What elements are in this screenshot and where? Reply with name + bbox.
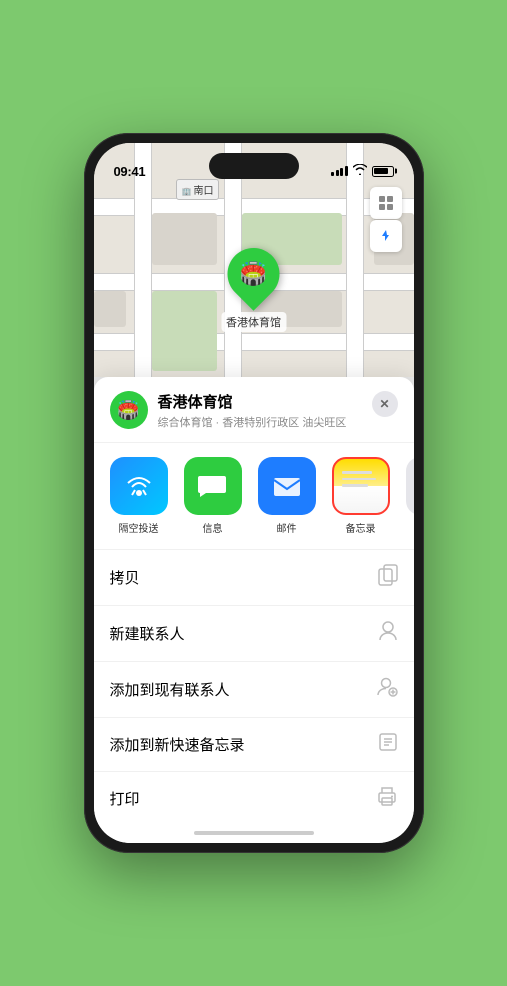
notes-line-1 <box>342 471 372 474</box>
new-contact-label: 新建联系人 <box>110 623 185 644</box>
print-label: 打印 <box>110 788 140 809</box>
location-name: 香港体育馆 <box>158 391 362 412</box>
home-indicator-area <box>94 825 414 843</box>
signal-bar-3 <box>340 168 343 176</box>
stadium-emoji: 🏟️ <box>240 261 267 287</box>
notes-line-3 <box>342 484 369 487</box>
new-contact-icon <box>378 620 398 647</box>
add-existing-icon <box>376 676 398 703</box>
phone-screen: 09:41 <box>94 143 414 843</box>
share-app-more[interactable]: 推 <box>406 457 414 535</box>
notes-line-2 <box>342 478 376 481</box>
share-app-notes[interactable]: 备忘录 <box>332 457 390 535</box>
share-app-mail[interactable]: 邮件 <box>258 457 316 535</box>
map-green-block-2 <box>152 291 217 371</box>
mail-label: 邮件 <box>277 520 297 535</box>
share-apps-list: 隔空投送 信息 <box>110 457 398 535</box>
wifi-icon <box>353 164 367 178</box>
phone-frame: 09:41 <box>84 133 424 853</box>
add-existing-label: 添加到现有联系人 <box>110 679 230 700</box>
location-card: 🏟️ 香港体育馆 综合体育馆 · 香港特别行政区 油尖旺区 ✕ <box>94 377 414 443</box>
copy-label: 拷贝 <box>110 567 140 588</box>
status-time: 09:41 <box>114 164 146 179</box>
map-block-3 <box>94 291 126 327</box>
dynamic-island <box>209 153 299 179</box>
action-quick-note[interactable]: 添加到新快速备忘录 <box>94 718 414 772</box>
location-venue-icon: 🏟️ <box>110 391 148 429</box>
signal-bar-2 <box>336 170 339 176</box>
battery-icon <box>372 166 394 177</box>
airdrop-icon <box>110 457 168 515</box>
action-print[interactable]: 打印 <box>94 772 414 825</box>
bottom-sheet: 🏟️ 香港体育馆 综合体育馆 · 香港特别行政区 油尖旺区 ✕ <box>94 377 414 843</box>
notes-lines <box>334 459 388 513</box>
signal-bars <box>331 166 348 176</box>
quick-note-icon <box>378 732 398 757</box>
stadium-pin-icon: 🏟️ <box>217 237 291 311</box>
map-controls <box>370 187 402 252</box>
map-type-button[interactable] <box>370 187 402 219</box>
location-button[interactable] <box>370 220 402 252</box>
location-info: 香港体育馆 综合体育馆 · 香港特别行政区 油尖旺区 <box>158 391 362 430</box>
battery-fill <box>374 168 388 174</box>
action-add-existing[interactable]: 添加到现有联系人 <box>94 662 414 718</box>
stadium-pin: 🏟️ 香港体育馆 <box>221 248 286 332</box>
action-copy[interactable]: 拷贝 <box>94 550 414 606</box>
location-address: 综合体育馆 · 香港特别行政区 油尖旺区 <box>158 414 362 430</box>
notes-label: 备忘录 <box>346 520 376 535</box>
stadium-name: 香港体育馆 <box>221 312 286 332</box>
share-app-airdrop[interactable]: 隔空投送 <box>110 457 168 535</box>
copy-icon <box>378 564 398 591</box>
more-apps-icon <box>406 457 414 515</box>
signal-bar-1 <box>331 172 334 176</box>
print-icon <box>376 786 398 811</box>
messages-icon <box>184 457 242 515</box>
share-row: 隔空投送 信息 <box>94 443 414 550</box>
share-app-messages[interactable]: 信息 <box>184 457 242 535</box>
messages-label: 信息 <box>203 520 223 535</box>
status-icons <box>331 164 394 178</box>
home-indicator <box>194 831 314 835</box>
quick-note-label: 添加到新快速备忘录 <box>110 734 245 755</box>
map-block-1 <box>152 213 217 265</box>
airdrop-label: 隔空投送 <box>119 520 159 535</box>
mail-icon <box>258 457 316 515</box>
close-button[interactable]: ✕ <box>372 391 398 417</box>
notes-icon <box>332 457 390 515</box>
action-new-contact[interactable]: 新建联系人 <box>94 606 414 662</box>
signal-bar-4 <box>345 166 348 176</box>
